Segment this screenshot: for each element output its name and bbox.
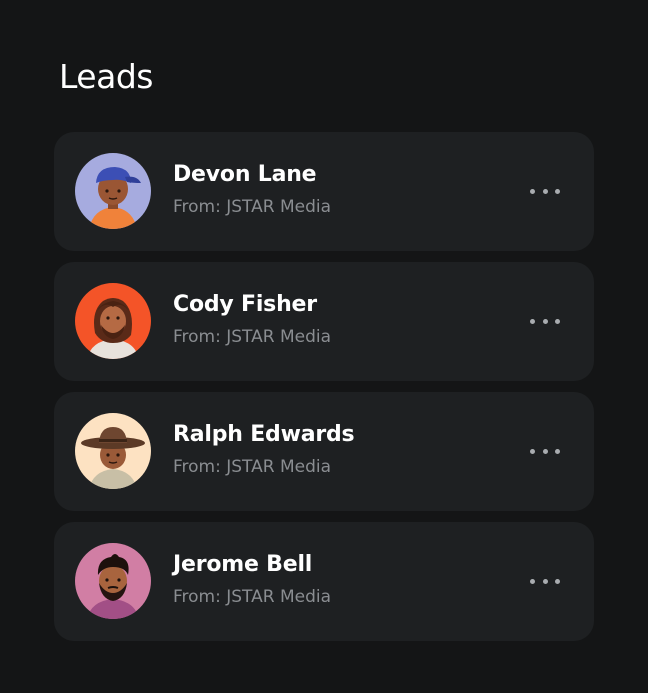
dot-icon — [542, 578, 548, 584]
dot-icon — [555, 578, 560, 584]
avatar — [75, 413, 151, 489]
avatar-man-beard-icon — [75, 543, 151, 619]
dot-icon — [530, 448, 535, 454]
lead-name: Cody Fisher — [173, 292, 317, 317]
lead-name: Jerome Bell — [173, 552, 313, 577]
leads-list: Devon Lane From: JSTAR Media Cody Fisher… — [54, 132, 594, 652]
lead-name: Ralph Edwards — [173, 422, 355, 447]
lead-source: From: JSTAR Media — [173, 587, 332, 607]
dot-icon — [555, 448, 560, 454]
dot-icon — [530, 578, 535, 584]
lead-card[interactable]: Jerome Bell From: JSTAR Media — [54, 522, 594, 641]
lead-source: From: JSTAR Media — [173, 457, 332, 477]
dot-icon — [530, 318, 535, 324]
avatar — [75, 153, 151, 229]
avatar — [75, 283, 151, 359]
lead-card[interactable]: Devon Lane From: JSTAR Media — [54, 132, 594, 251]
lead-name: Devon Lane — [173, 162, 317, 187]
lead-source: From: JSTAR Media — [173, 197, 332, 217]
more-options-button[interactable] — [530, 572, 560, 590]
more-options-button[interactable] — [530, 182, 560, 200]
lead-source: From: JSTAR Media — [173, 327, 332, 347]
more-options-button[interactable] — [530, 312, 560, 330]
lead-card[interactable]: Ralph Edwards From: JSTAR Media — [54, 392, 594, 511]
avatar-man-long-hair-icon — [75, 283, 151, 359]
dot-icon — [555, 188, 560, 194]
avatar-cowboy-hat-icon — [75, 413, 151, 489]
dot-icon — [530, 188, 535, 194]
dot-icon — [542, 188, 548, 194]
dot-icon — [542, 318, 548, 324]
avatar — [75, 543, 151, 619]
dot-icon — [555, 318, 560, 324]
page-title: Leads — [59, 57, 153, 96]
avatar-boy-blue-cap-icon — [75, 153, 151, 229]
lead-card[interactable]: Cody Fisher From: JSTAR Media — [54, 262, 594, 381]
more-options-button[interactable] — [530, 442, 560, 460]
dot-icon — [542, 448, 548, 454]
